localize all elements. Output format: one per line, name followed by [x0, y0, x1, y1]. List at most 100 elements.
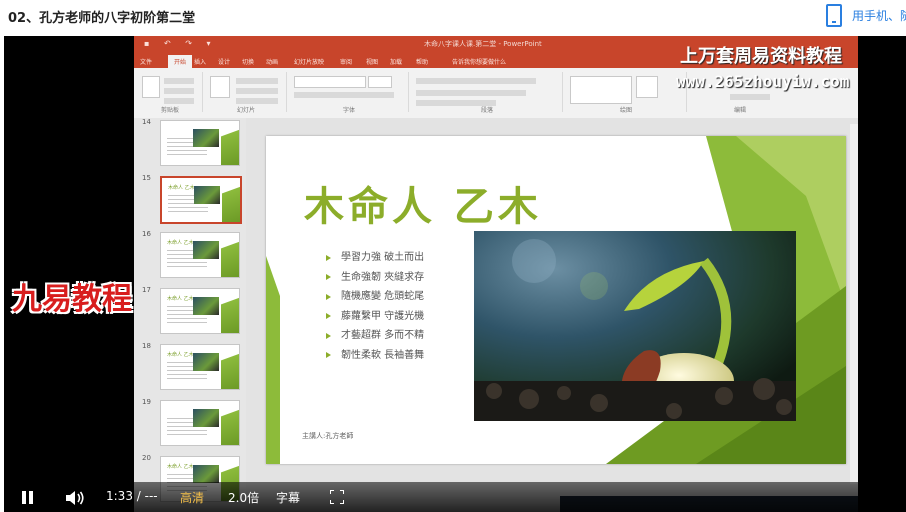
slide-scrollbar[interactable] — [850, 124, 858, 484]
ribbon-tab[interactable]: 告诉我你想要做什么 — [452, 57, 506, 66]
slide-thumbnails-pane: 14 15 木命人 乙木 16 木命人 乙木 17 木命人 乙木 18 木命人 乙木 19 20 木命… — [134, 118, 246, 512]
bullet-text: 韌性柔軟 長袖善舞 — [341, 349, 425, 361]
sprouting-seed-photo — [474, 231, 796, 421]
quick-access-toolbar: ▪ ↶ ↷ ▾ — [144, 39, 217, 48]
ribbon-tab[interactable]: 切换 — [242, 57, 254, 66]
ribbon-group-clipboard: 剪贴板 — [138, 72, 203, 114]
thumbnail-decoration — [221, 121, 239, 165]
bullet-text: 藤蘿繫甲 守護光機 — [341, 310, 425, 322]
ribbon-tab[interactable]: 开始 — [168, 55, 193, 68]
thumbnail-number: 14 — [142, 118, 151, 126]
thumbnail-title: 木命人 乙木 — [167, 352, 194, 358]
ribbon-group-label: 字体 — [342, 107, 355, 114]
presenter-label: 主講人:孔方老師 — [302, 432, 354, 440]
thumbnail-title: 木命人 乙木 — [167, 296, 194, 302]
bullet-arrow-icon — [326, 274, 331, 280]
ribbon-group-label: 段落 — [480, 107, 493, 114]
thumbnail-number: 17 — [142, 286, 151, 294]
thumbnail-title: 木命人 乙木 — [168, 185, 195, 191]
thumbnail-decoration — [221, 289, 239, 333]
bullet-text: 生命強韌 夾縫求存 — [341, 271, 425, 283]
bullet-item: 隨機應變 危頭蛇尾 — [326, 287, 424, 307]
pause-icon[interactable] — [22, 491, 34, 504]
bullet-arrow-icon — [326, 254, 331, 261]
phone-icon[interactable] — [826, 4, 842, 27]
ribbon-tab[interactable]: 幻灯片放映 — [294, 57, 324, 66]
current-slide[interactable]: 木命人 乙木 學習力強 破土而出生命強韌 夾縫求存 隨機應變 危頭蛇尾 藤蘿繫甲 守… — [266, 136, 846, 464]
ribbon-tab[interactable]: 设计 — [218, 57, 230, 66]
thumbnail-number: 20 — [142, 454, 151, 462]
mobile-view-link[interactable]: 用手机、随 — [852, 7, 906, 24]
thumbnail-decoration — [221, 233, 239, 277]
watermark-url: www.265zhouyiw.com — [676, 72, 850, 91]
bullet-arrow-icon — [326, 332, 331, 339]
bullet-item: 學習力強 破土而出 — [326, 248, 424, 268]
ppt-window-title: 木命八字课人课.第二堂 - PowerPoint — [424, 40, 542, 48]
bullet-arrow-icon — [326, 313, 331, 319]
slide-thumbnail[interactable] — [160, 120, 240, 166]
thumbnail-image — [193, 129, 219, 147]
volume-icon[interactable] — [66, 491, 86, 505]
thumbnail-image — [193, 465, 219, 483]
ribbon-group-label: 编辑 — [733, 107, 746, 114]
thumbnail-title: 木命人 乙木 — [167, 240, 194, 246]
shapes-gallery[interactable] — [570, 76, 632, 104]
font-name-select[interactable] — [294, 76, 366, 88]
thumbnail-decoration — [221, 345, 239, 389]
watermark-side: 九易教程 — [12, 282, 132, 317]
watermark-top: 上万套周易资料教程 — [680, 46, 842, 67]
slide-thumbnail[interactable]: 木命人 乙木 — [160, 344, 240, 390]
bullet-text: 隨機應變 危頭蛇尾 — [341, 291, 425, 302]
thumbnail-image — [193, 409, 219, 427]
slide-thumbnail[interactable]: 木命人 乙木 — [160, 176, 242, 224]
arrange-icon[interactable] — [636, 76, 658, 98]
ribbon-group-drawing: 绘图 — [566, 72, 687, 114]
ribbon-group-paragraph: 段落 — [412, 72, 563, 114]
bullet-item: 生命強韌 夾縫求存 — [326, 268, 424, 288]
ribbon-group-slides: 幻灯片 — [206, 72, 287, 114]
paste-icon[interactable] — [142, 76, 160, 98]
bullet-arrow-icon — [326, 352, 331, 358]
ribbon-group-label: 幻灯片 — [236, 107, 255, 114]
subtitle-button[interactable]: 字幕 — [276, 489, 300, 506]
ribbon-tab[interactable]: 插入 — [194, 57, 206, 66]
fullscreen-icon[interactable] — [330, 490, 344, 504]
slide-thumbnail[interactable] — [160, 400, 240, 446]
ribbon-group-font: 字体 — [290, 72, 409, 114]
ribbon-group-label: 绘图 — [619, 107, 632, 114]
bullet-list: 學習力強 破土而出生命強韌 夾縫求存 隨機應變 危頭蛇尾 藤蘿繫甲 守護光機 才藝超群… — [326, 248, 424, 365]
font-size-select[interactable] — [368, 76, 392, 88]
thumbnail-number: 15 — [142, 174, 151, 182]
thumbnail-title: 木命人 乙木 — [167, 464, 194, 470]
slide-editor: 木命人 乙木 學習力強 破土而出生命強韌 夾縫求存 隨機應變 危頭蛇尾 藤蘿繫甲 守… — [246, 118, 858, 512]
ribbon-tab[interactable]: 文件 — [140, 57, 152, 66]
new-slide-icon[interactable] — [210, 76, 230, 98]
powerpoint-window: ▪ ↶ ↷ ▾ 木命八字课人课.第二堂 - PowerPoint 文件 开始 插入 设… — [134, 36, 858, 512]
bullet-text: 才藝超群 多而不精 — [341, 330, 425, 341]
video-title: 02、孔方老师的八字初阶第二堂 — [8, 11, 196, 26]
ribbon-tab[interactable]: 审阅 — [340, 57, 352, 66]
player-controls: 1:33 / --- 高清 2.0倍 字幕 — [4, 482, 858, 512]
slide-thumbnail[interactable]: 木命人 乙木 — [160, 232, 240, 278]
page-header: 02、孔方老师的八字初阶第二堂 用手机、随 — [0, 0, 906, 36]
ribbon-tab[interactable]: 帮助 — [416, 57, 428, 66]
thumbnail-number: 16 — [142, 230, 151, 238]
ribbon-tab[interactable]: 动画 — [266, 57, 278, 66]
speed-button[interactable]: 2.0倍 — [228, 489, 259, 506]
bullet-item: 藤蘿繫甲 守護光機 — [326, 307, 424, 327]
quality-button[interactable]: 高清 — [180, 489, 204, 506]
thumbnail-image — [193, 353, 219, 371]
video-player[interactable]: ▪ ↶ ↷ ▾ 木命八字课人课.第二堂 - PowerPoint 文件 开始 插入 设… — [4, 36, 906, 512]
thumbnail-number: 19 — [142, 398, 151, 406]
ribbon-group-label: 剪贴板 — [160, 107, 179, 114]
bullet-arrow-icon — [326, 293, 331, 300]
ribbon-tab[interactable]: 加载 — [390, 57, 402, 66]
thumbnail-decoration — [221, 401, 239, 445]
thumbnail-number: 18 — [142, 342, 151, 350]
slide-title: 木命人 乙木 — [304, 183, 542, 230]
thumbnail-decoration — [222, 178, 240, 222]
ribbon-tab[interactable]: 视图 — [366, 57, 378, 66]
thumbnail-image — [193, 297, 219, 315]
bullet-item: 韌性柔軟 長袖善舞 — [326, 346, 424, 366]
slide-thumbnail[interactable]: 木命人 乙木 — [160, 288, 240, 334]
